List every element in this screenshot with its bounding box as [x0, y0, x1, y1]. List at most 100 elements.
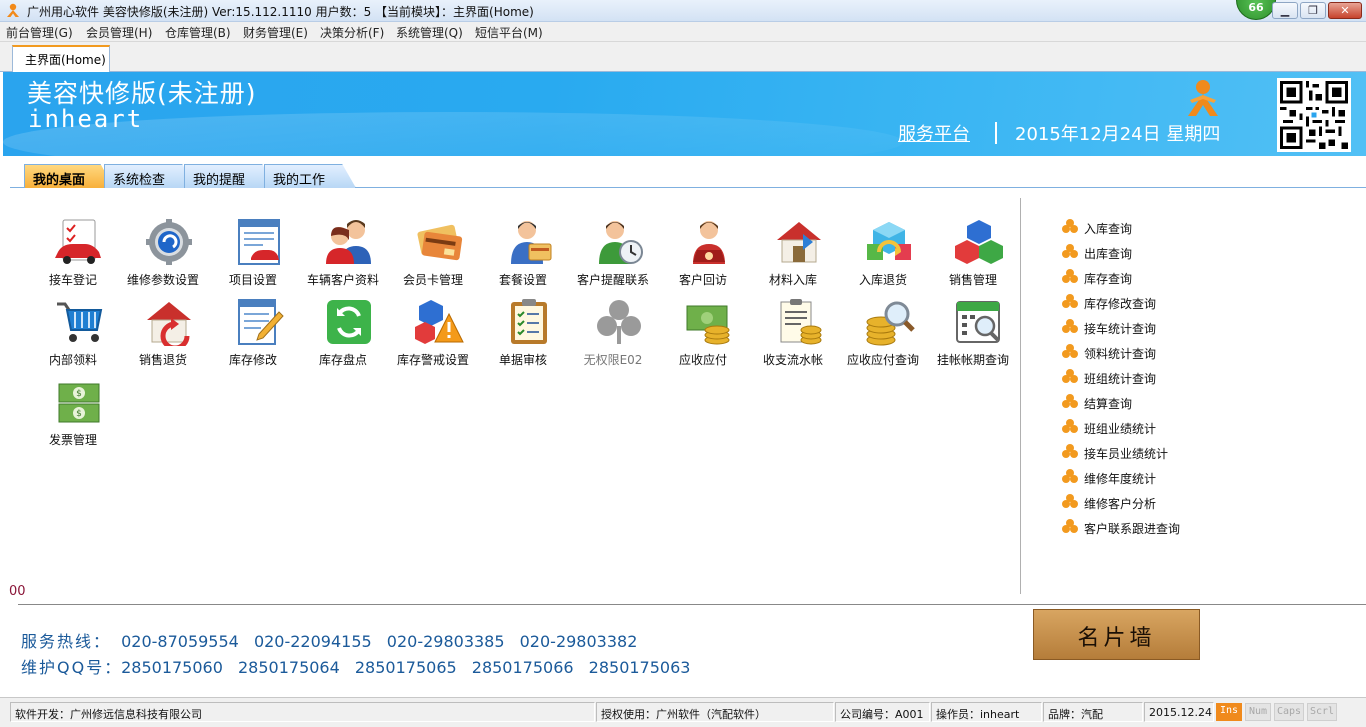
section-divider [18, 604, 1366, 605]
desk-item-receivables-query[interactable]: 应收应付查询 [838, 298, 928, 378]
quick-link-label: 入库查询 [1084, 222, 1133, 236]
minimize-button[interactable]: ▁ [1272, 2, 1298, 19]
desk-item-internal-picking[interactable]: 内部领料 [28, 298, 118, 378]
quick-link-label: 出库查询 [1084, 247, 1133, 261]
notification-badge[interactable]: 66 [1236, 0, 1276, 20]
menu-member[interactable]: 会员管理(H) [86, 24, 152, 41]
tab-system-check[interactable]: 系统检查 [104, 164, 196, 188]
desk-item-car-checkin[interactable]: 接车登记 [28, 218, 118, 298]
clover-icon [1062, 244, 1078, 258]
menu-finance[interactable]: 财务管理(E) [243, 24, 308, 41]
reminder-icon [599, 221, 643, 264]
desk-item-customer-reminder[interactable]: 客户提醒联系 [568, 218, 658, 298]
clover-icon [1062, 394, 1078, 408]
car-checkin-icon [55, 219, 101, 264]
warehouse-in-icon [777, 222, 821, 263]
desk-item-label: 挂帐帐期查询 [936, 353, 1009, 367]
money-icon [686, 305, 730, 345]
clover-icon [1062, 219, 1078, 233]
scroll-key-indicator: Scrl [1307, 703, 1337, 721]
qq-number: 2850175066 [471, 658, 574, 677]
card-wall-button[interactable]: 名片墙 [1033, 609, 1200, 660]
title-bar: 广州用心软件 美容快修版(未注册) Ver:15.112.1110 用户数：5 … [0, 0, 1366, 22]
qq-row: 维护QQ号： 2850175060 2850175064 2850175065 … [21, 654, 700, 678]
close-button[interactable]: ✕ [1328, 2, 1362, 19]
invoice-icon: $ $ [58, 383, 100, 423]
clover-icon [1062, 319, 1078, 333]
package-icon [511, 221, 552, 264]
return-in-icon [867, 222, 911, 260]
desk-item-sales-management[interactable]: 销售管理 [928, 218, 1018, 298]
project-settings-icon [238, 219, 280, 265]
clover-icon [1062, 444, 1078, 458]
desk-item-receivables[interactable]: 应收应付 [658, 298, 748, 378]
tab-my-desk[interactable]: 我的桌面 [24, 164, 114, 188]
desk-item-return-in[interactable]: 入库退货 [838, 218, 928, 298]
desk-item-stock-edit[interactable]: 库存修改 [208, 298, 298, 378]
app-logo-icon [7, 3, 19, 17]
customers-icon [326, 220, 371, 264]
divider [995, 122, 997, 144]
tab-my-reminders[interactable]: 我的提醒 [184, 164, 276, 188]
desk-item-label: 销售管理 [948, 273, 997, 287]
desk-item-material-in[interactable]: 材料入库 [748, 218, 838, 298]
desk-item-document-audit[interactable]: 单据审核 [478, 298, 568, 378]
desk-item-customer-visit[interactable]: 客户回访 [658, 218, 748, 298]
quick-link-label: 客户联系跟进查询 [1084, 522, 1181, 536]
desk-item-repair-params[interactable]: 维修参数设置 [118, 218, 208, 298]
svg-text:$: $ [76, 409, 82, 419]
status-license: 授权使用：广州软件（汽配软件） [596, 702, 834, 722]
hotline-number: 020-29803385 [386, 632, 505, 651]
header-banner: 美容快修版(未注册) inheart 服务平台 2015年12月24日 星期四 [3, 72, 1366, 156]
qq-number: 2850175060 [121, 658, 223, 677]
menu-bar: 前台管理(G) 会员管理(H) 仓库管理(B) 财务管理(E) 决策分析(F) … [0, 22, 1366, 42]
marker-text: 00 [9, 584, 26, 599]
service-platform-link[interactable]: 服务平台 [898, 120, 970, 146]
member-card-icon [417, 224, 463, 261]
desk-item-cash-journal[interactable]: 收支流水帐 [748, 298, 838, 378]
desk-item-vehicle-customers[interactable]: 车辆客户资料 [298, 218, 388, 298]
menu-sms[interactable]: 短信平台(M) [475, 24, 543, 41]
calendar-search-icon [956, 301, 1000, 343]
maximize-button[interactable]: ❐ [1300, 2, 1326, 19]
menu-analysis[interactable]: 决策分析(F) [320, 24, 384, 41]
status-developer: 软件开发：广州修远信息科技有限公司 [10, 702, 595, 722]
quick-link-label: 库存修改查询 [1084, 297, 1157, 311]
cart-icon [57, 302, 103, 342]
desk-item-package-settings[interactable]: 套餐设置 [478, 218, 568, 298]
quick-link-label: 班组业绩统计 [1084, 422, 1157, 436]
qq-number: 2850175063 [588, 658, 691, 677]
desk-item-no-permission: 无权限E02 [568, 298, 658, 378]
qq-number: 2850175065 [354, 658, 457, 677]
tab-my-work[interactable]: 我的工作 [264, 164, 356, 188]
tab-home[interactable]: 主界面(Home) [12, 45, 110, 72]
desk-item-project-settings[interactable]: 项目设置 [208, 218, 298, 298]
menu-warehouse[interactable]: 仓库管理(B) [165, 24, 231, 41]
desk-item-label: 发票管理 [48, 433, 97, 447]
messenger-icon[interactable] [1184, 78, 1222, 118]
quick-link-label: 接车统计查询 [1084, 322, 1157, 336]
checklist-icon [511, 299, 547, 344]
hotline-number: 020-29803382 [519, 632, 638, 651]
desk-item-credit-period[interactable]: 挂帐帐期查询 [928, 298, 1018, 378]
desk-item-member-card[interactable]: 会员卡管理 [388, 218, 478, 298]
desk-item-sales-return[interactable]: 销售退货 [118, 298, 208, 378]
hotline-number: 020-22094155 [253, 632, 372, 651]
status-bar: 软件开发：广州修远信息科技有限公司 授权使用：广州软件（汽配软件） 公司编号：A… [0, 697, 1366, 727]
coin-search-icon [866, 301, 915, 346]
sales-cubes-icon [955, 220, 1003, 264]
menu-front-desk[interactable]: 前台管理(G) [6, 24, 73, 41]
user-name: inheart [28, 105, 144, 133]
ledger-icon [780, 299, 822, 345]
desk-item-stock-count[interactable]: 库存盘点 [298, 298, 388, 378]
close-icon: ✕ [1340, 4, 1350, 17]
clover-gray-icon [597, 300, 641, 344]
clover-icon [1062, 294, 1078, 308]
quick-link-label: 库存查询 [1084, 272, 1133, 286]
menu-system[interactable]: 系统管理(Q) [396, 24, 463, 41]
clover-icon [1062, 269, 1078, 283]
desk-item-invoice[interactable]: $ $ 发票管理 [28, 378, 118, 458]
desk-item-stock-alert[interactable]: 库存警戒设置 [388, 298, 478, 378]
quick-link-label: 维修年度统计 [1084, 472, 1157, 486]
quick-link-label: 结算查询 [1084, 397, 1133, 411]
